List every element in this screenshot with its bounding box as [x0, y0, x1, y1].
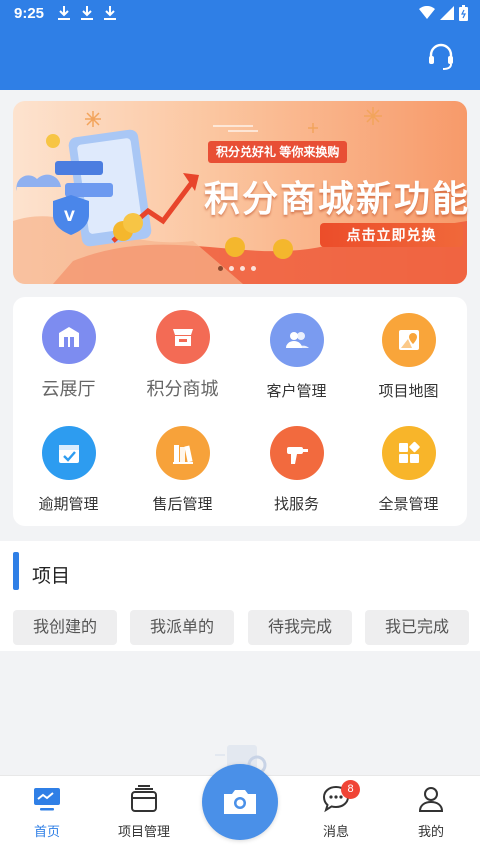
grid-item-points-mall[interactable]: 积分商城: [126, 310, 239, 401]
filter-created-by-me[interactable]: 我创建的: [13, 610, 117, 645]
filter-pending-my-completion[interactable]: 待我完成: [248, 610, 352, 645]
drill-icon: [269, 426, 324, 480]
tab-messages[interactable]: 消息: [291, 783, 381, 840]
tab-label: 我的: [417, 824, 444, 839]
status-time: 9:25: [14, 5, 45, 22]
section-accent-bar: [13, 552, 19, 590]
tab-home[interactable]: 首页: [2, 783, 92, 840]
banner-tag: 积分兑好礼 等你来换购: [208, 141, 348, 163]
storefront-icon: [41, 310, 96, 364]
grid-item-after-sales-management[interactable]: 售后管理: [126, 426, 239, 514]
people-icon: [269, 313, 324, 367]
download-icon: [81, 6, 93, 20]
home-monitor-icon: [34, 788, 60, 811]
grid-label: 积分商城: [146, 379, 219, 399]
pagination-dot: [218, 266, 223, 271]
folder-stack-icon: [131, 785, 157, 812]
tab-label: 首页: [33, 824, 60, 839]
panorama-grid-icon: [381, 426, 436, 480]
wifi-icon: [419, 6, 435, 19]
customer-service-icon[interactable]: [426, 42, 456, 72]
grid-item-overdue-management[interactable]: 逾期管理: [12, 426, 125, 514]
pagination-dot: [240, 266, 245, 271]
status-bar: 9:25: [0, 0, 480, 28]
camera-icon: [224, 790, 256, 814]
grid-item-project-map[interactable]: 项目地图: [352, 313, 465, 401]
grid-label: 云展厅: [41, 379, 96, 399]
section-title: 项目: [32, 566, 71, 587]
unread-message-badge: 8: [341, 780, 360, 799]
project-section-header: [0, 541, 480, 603]
grid-label: 全景管理: [378, 496, 439, 513]
download-icon: [104, 6, 116, 20]
download-indicators: [57, 5, 117, 21]
grid-label: 项目地图: [378, 383, 439, 400]
battery-icon: [459, 5, 468, 21]
banner-pagination: [218, 266, 256, 271]
calendar-check-icon: [41, 426, 96, 480]
pagination-dot: [229, 266, 234, 271]
filter-completed-by-me[interactable]: 我已完成: [365, 610, 469, 645]
grid-item-cloud-showroom[interactable]: 云展厅: [12, 310, 125, 401]
map-pin-icon: [381, 313, 436, 367]
grid-item-customer-management[interactable]: 客户管理: [240, 313, 353, 401]
shop-icon: [155, 310, 210, 364]
grid-label: 售后管理: [152, 496, 213, 513]
banner-cta-button[interactable]: 点击立即兑换: [320, 223, 463, 247]
user-icon: [418, 787, 444, 812]
system-icons: [419, 5, 468, 21]
grid-item-find-service[interactable]: 找服务: [240, 426, 353, 514]
books-icon: [155, 426, 210, 480]
tab-label: 消息: [322, 824, 349, 839]
filter-dispatched-by-me[interactable]: 我派单的: [130, 610, 234, 645]
grid-label: 逾期管理: [38, 496, 99, 513]
grid-label: 找服务: [273, 496, 319, 513]
grid-item-panorama-management[interactable]: 全景管理: [352, 426, 465, 514]
download-icon: [58, 6, 70, 20]
camera-button[interactable]: [202, 764, 278, 840]
pagination-dot: [251, 266, 256, 271]
svg-text:V: V: [64, 209, 75, 225]
tab-project-management[interactable]: 项目管理: [99, 783, 189, 840]
tab-profile[interactable]: 我的: [386, 783, 476, 840]
signal-icon: [440, 6, 454, 20]
tab-label: 项目管理: [117, 824, 170, 839]
banner-title: 积分商城新功能: [204, 178, 471, 219]
grid-label: 客户管理: [266, 383, 327, 400]
